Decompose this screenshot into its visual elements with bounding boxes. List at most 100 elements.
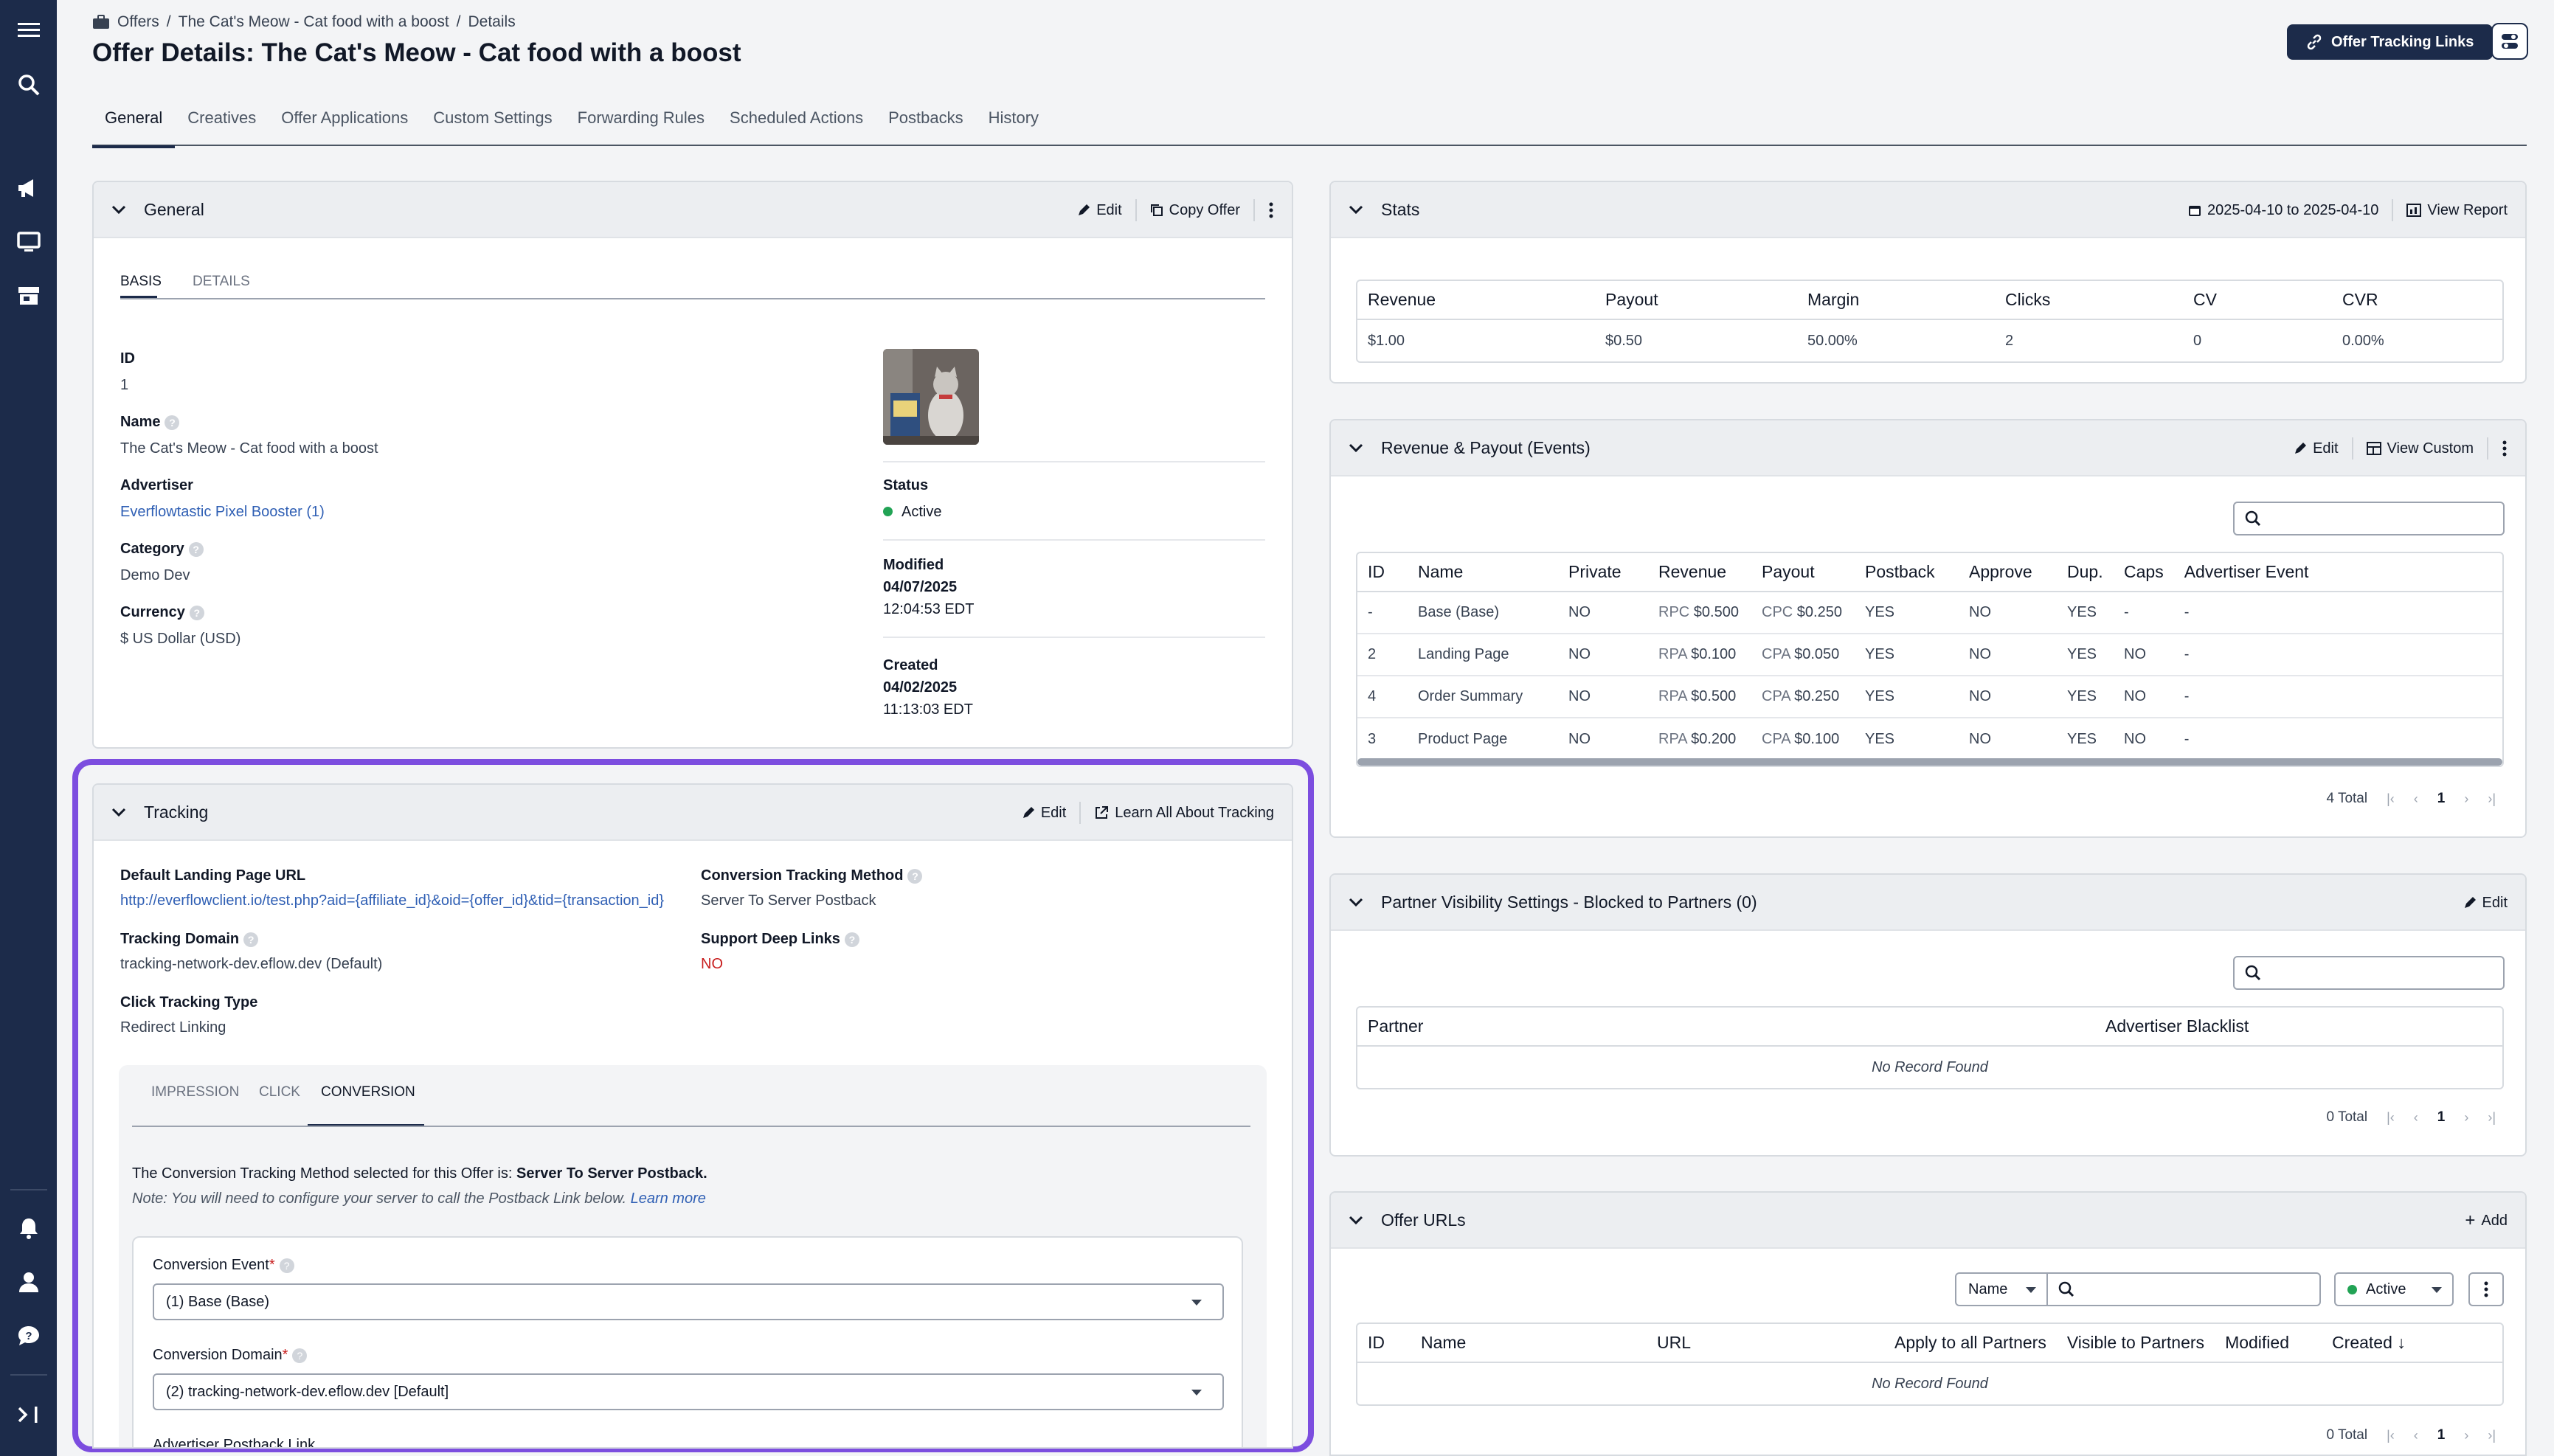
next-page-icon[interactable]: ›	[2464, 791, 2468, 807]
learn-tracking-button[interactable]: Learn All About Tracking	[1094, 805, 1274, 822]
help-chat-icon[interactable]: ?	[10, 1317, 47, 1354]
visibility-edit-button[interactable]: Edit	[2463, 895, 2508, 912]
breadcrumb-offers[interactable]: Offers	[117, 13, 159, 31]
chevron-down-icon[interactable]	[1349, 897, 1363, 907]
empty-state: No Record Found	[1872, 1375, 1988, 1392]
deep-links-label: Support Deep Links?	[701, 931, 859, 948]
cell-clicks-link[interactable]: 2	[1995, 319, 2183, 361]
more-vertical-icon[interactable]	[1268, 201, 1274, 219]
copy-offer-button[interactable]: Copy Offer	[1150, 202, 1240, 219]
chevron-down-icon[interactable]	[1349, 204, 1363, 215]
url-filter-field-select[interactable]: Name	[1955, 1272, 2048, 1306]
help-icon[interactable]: ?	[844, 932, 859, 947]
chevron-down-icon[interactable]	[111, 204, 126, 215]
page-number[interactable]: 1	[2437, 1109, 2446, 1126]
view-report-button[interactable]: View Report	[2406, 202, 2508, 219]
monitor-icon[interactable]	[10, 223, 47, 260]
help-icon[interactable]: ?	[188, 541, 204, 557]
tracking-edit-button[interactable]: Edit	[1022, 805, 1066, 822]
next-page-icon[interactable]: ›	[2464, 1428, 2468, 1443]
cell-cv-link[interactable]: 0	[2183, 319, 2332, 361]
url-search-input[interactable]	[2046, 1272, 2321, 1306]
tab-scheduled-actions[interactable]: Scheduled Actions	[717, 103, 876, 146]
toggle-view-button[interactable]	[2491, 23, 2528, 60]
prev-page-icon[interactable]: ‹	[2414, 1428, 2418, 1443]
date-range-picker[interactable]: 2025-04-10 to 2025-04-10	[2188, 202, 2378, 219]
tab-offer-applications[interactable]: Offer Applications	[269, 103, 421, 146]
more-vertical-icon[interactable]	[2502, 440, 2508, 457]
col-apply-all: Apply to all Partners	[1884, 1324, 2057, 1363]
help-icon[interactable]: ?	[907, 868, 923, 884]
subtab-impression[interactable]: IMPRESSION	[151, 1084, 239, 1100]
click-tracking-label: Click Tracking Type	[120, 994, 258, 1010]
subtab-click[interactable]: CLICK	[259, 1084, 300, 1100]
stats-card-header: Stats 2025-04-10 to 2025-04-10 View Repo…	[1331, 182, 2525, 238]
last-page-icon[interactable]: ›|	[2488, 1110, 2496, 1126]
first-page-icon[interactable]: |‹	[2387, 1110, 2395, 1126]
prev-page-icon[interactable]: ‹	[2414, 791, 2418, 807]
help-icon[interactable]: ?	[189, 605, 204, 620]
conversion-domain-value: (2) tracking-network-dev.eflow.dev [Defa…	[166, 1383, 449, 1400]
col-postback: Postback	[1855, 553, 1959, 592]
search-icon[interactable]	[10, 66, 47, 103]
last-page-icon[interactable]: ›|	[2488, 1428, 2496, 1443]
general-edit-button[interactable]: Edit	[1077, 202, 1122, 219]
table-row[interactable]: 4 Order Summary NO RPA $0.500 CPA $0.250 YES N…	[1357, 676, 2502, 718]
expand-nav-icon[interactable]	[10, 1396, 47, 1433]
prev-page-icon[interactable]: ‹	[2414, 1110, 2418, 1126]
subtab-basis[interactable]: BASIS	[120, 274, 162, 290]
page-number[interactable]: 1	[2437, 791, 2446, 807]
learn-more-link[interactable]: Learn more	[631, 1190, 706, 1207]
first-page-icon[interactable]: |‹	[2387, 1428, 2395, 1443]
url-status-select[interactable]: Active	[2334, 1272, 2454, 1306]
revpay-edit-button[interactable]: Edit	[2294, 440, 2339, 457]
landing-url-link[interactable]: http://everflowclient.io/test.php?aid={a…	[120, 892, 664, 909]
revpay-search-input[interactable]	[2233, 502, 2505, 535]
col-created[interactable]: Created ↓	[2322, 1324, 2502, 1363]
help-icon[interactable]: ?	[279, 1258, 294, 1273]
subtab-conversion[interactable]: CONVERSION	[321, 1084, 415, 1100]
next-page-icon[interactable]: ›	[2464, 1110, 2468, 1126]
offer-tracking-links-button[interactable]: Offer Tracking Links	[2287, 24, 2494, 60]
chevron-down-icon[interactable]	[1349, 443, 1363, 453]
table-row[interactable]: 2 Landing Page NO RPA $0.100 CPA $0.050 YES NO…	[1357, 634, 2502, 676]
help-icon[interactable]: ?	[165, 415, 180, 430]
url-more-button[interactable]	[2468, 1272, 2504, 1306]
tab-creatives[interactable]: Creatives	[175, 103, 269, 146]
breadcrumb-offer[interactable]: The Cat's Meow - Cat food with a boost	[179, 13, 449, 31]
tab-custom-settings[interactable]: Custom Settings	[421, 103, 564, 146]
visibility-search-input[interactable]	[2233, 956, 2505, 990]
tab-history[interactable]: History	[976, 103, 1051, 146]
conversion-event-select[interactable]: (1) Base (Base)	[153, 1283, 1224, 1320]
page-number[interactable]: 1	[2437, 1427, 2446, 1443]
tab-forwarding-rules[interactable]: Forwarding Rules	[565, 103, 717, 146]
user-icon[interactable]	[10, 1263, 47, 1300]
chevron-down-icon[interactable]	[111, 807, 126, 817]
view-custom-button[interactable]: View Custom	[2366, 440, 2474, 457]
last-page-icon[interactable]: ›|	[2488, 791, 2496, 807]
add-url-button[interactable]: + Add	[2465, 1210, 2508, 1231]
menu-icon[interactable]	[10, 12, 47, 49]
tab-general[interactable]: General	[92, 103, 176, 148]
help-icon[interactable]: ?	[292, 1348, 308, 1363]
visibility-edit-label: Edit	[2482, 894, 2508, 911]
table-row[interactable]: 3 Product Page NO RPA $0.200 CPA $0.100 YES NO…	[1357, 718, 2502, 760]
store-icon[interactable]	[10, 277, 47, 314]
horizontal-scrollbar[interactable]	[1357, 758, 2502, 766]
advertiser-link[interactable]: Everflowtastic Pixel Booster (1)	[120, 504, 325, 521]
name-label-text: Name	[120, 414, 161, 430]
help-icon[interactable]: ?	[243, 932, 259, 947]
first-page-icon[interactable]: |‹	[2387, 791, 2395, 807]
bell-icon[interactable]	[10, 1210, 47, 1247]
chevron-down-icon[interactable]	[1349, 1215, 1363, 1225]
tab-postbacks[interactable]: Postbacks	[876, 103, 976, 146]
cell-name: Base (Base)	[1408, 592, 1558, 634]
revpay-pagination: 4 Total |‹ ‹ 1 › ›|	[2326, 791, 2496, 807]
cell-margin: 50.00%	[1807, 332, 1858, 349]
megaphone-icon[interactable]	[10, 170, 47, 207]
subtab-details[interactable]: DETAILS	[193, 274, 250, 290]
table-row[interactable]: - Base (Base) NO RPC $0.500 CPC $0.250 YES NO Y…	[1357, 592, 2502, 634]
name-value: The Cat's Meow - Cat food with a boost	[120, 440, 378, 457]
tracking-card-title: Tracking	[144, 802, 209, 822]
conversion-domain-select[interactable]: (2) tracking-network-dev.eflow.dev [Defa…	[153, 1373, 1224, 1410]
